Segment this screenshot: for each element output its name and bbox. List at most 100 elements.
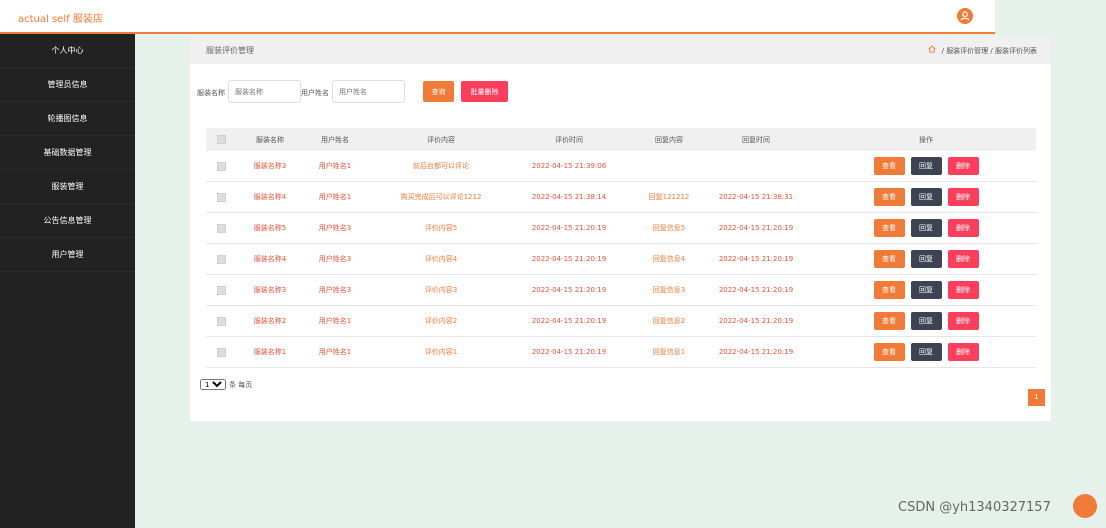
row-checkbox[interactable] [216,161,226,171]
view-button[interactable]: 查看 [873,219,905,237]
table-row: 服装名称4 用户姓名3 评价内容4 2022-04-15 21:20:19 回复信息4 2… [206,244,1036,275]
reply-button[interactable]: 回复 [910,281,942,299]
user-search-input[interactable] [332,80,405,103]
delete-button[interactable]: 删除 [947,312,979,330]
sidebar-item-admin-info[interactable]: 管理员信息 [0,68,135,102]
cell-clothing-name: 服装名称3 [253,162,287,170]
reply-button[interactable]: 回复 [910,157,942,175]
cell-reply-time: 2022-04-15 21:20:19 [718,317,794,325]
page-size-label: 条 每页 [229,380,253,389]
cell-content: 评价内容2 [424,317,458,325]
reply-button[interactable]: 回复 [910,219,942,237]
table-header: 服装名称 用户姓名 评价内容 评价时间 回复内容 回复时间 操作 [206,128,1036,151]
sidebar-item-label: 用户管理 [51,250,84,259]
row-checkbox[interactable] [216,285,226,295]
reply-button[interactable]: 回复 [910,250,942,268]
view-button[interactable]: 查看 [873,281,905,299]
page-size-select[interactable]: 10 [200,379,226,390]
cell-content: 前后台都可以评论 [413,162,469,170]
cell-content: 购买完成后可以评论1212 [400,193,482,201]
main-panel: 服装评价管理 / 服装评价管理 / 服装评价列表 服装名称 用户姓名 查询 批量… [190,36,1051,421]
sidebar-item-carousel[interactable]: 轮播图信息 [0,102,135,136]
cell-reply-time: 2022-04-15 21:20:19 [718,348,794,356]
batch-delete-button[interactable]: 批量删除 [461,81,508,102]
cell-actions: 查看 回复 删除 [871,275,981,305]
view-button[interactable]: 查看 [873,250,905,268]
sidebar-item-basic-data[interactable]: 基础数据管理 [0,136,135,170]
breadcrumb: / 服装评价管理 / 服装评价列表 [928,45,1037,56]
cell-actions: 查看 回复 删除 [871,337,981,367]
cell-review-time: 2022-04-15 21:20:19 [531,286,607,294]
row-checkbox[interactable] [216,347,226,357]
reply-button[interactable]: 回复 [910,343,942,361]
cell-reply-time: 2022-04-15 21:20:19 [718,224,794,232]
sidebar-item-label: 基础数据管理 [43,148,92,157]
header-bar: 服装评价管理 / 服装评价管理 / 服装评价列表 [190,36,1051,64]
table-row: 服装名称5 用户姓名3 评价内容5 2022-04-15 21:20:19 回复信息5 2… [206,213,1036,244]
row-checkbox[interactable] [216,192,226,202]
cell-user-name: 用户姓名1 [318,317,352,325]
sidebar-item-notices[interactable]: 公告信息管理 [0,204,135,238]
cell-actions: 查看 回复 删除 [871,213,981,243]
sidebar-item-label: 个人中心 [51,46,84,55]
page-number-button[interactable]: 1 [1028,389,1045,406]
cell-user-name: 用户姓名3 [318,255,352,263]
user-icon[interactable] [957,8,973,24]
delete-button[interactable]: 删除 [947,343,979,361]
table-row: 服装名称3 用户姓名3 评价内容3 2022-04-15 21:20:19 回复信息3 2… [206,275,1036,306]
row-checkbox[interactable] [216,316,226,326]
sidebar-item-clothing[interactable]: 服装管理 [0,170,135,204]
cell-clothing-name: 服装名称2 [253,317,287,325]
home-icon[interactable] [928,45,938,55]
reply-button[interactable]: 回复 [910,312,942,330]
cell-actions: 查看 回复 删除 [871,244,981,274]
cell-clothing-name: 服装名称4 [253,193,287,201]
name-label: 服装名称 [197,89,225,97]
view-button[interactable]: 查看 [873,188,905,206]
cell-reply-content: 回复信息5 [652,224,686,232]
cell-actions: 查看 回复 删除 [871,306,981,336]
table-row: 服装名称1 用户姓名1 评价内容1 2022-04-15 21:20:19 回复信息1 2… [206,337,1036,368]
sidebar-item-label: 服装管理 [51,182,84,191]
cell-reply-content: 回复信息3 [652,286,686,294]
view-button[interactable]: 查看 [873,312,905,330]
sidebar-item-profile[interactable]: 个人中心 [0,34,135,68]
view-button[interactable]: 查看 [873,343,905,361]
col-header-reply-time: 回复时间 [742,135,770,144]
row-actions: 查看 回复 删除 [873,281,979,299]
sidebar-item-users[interactable]: 用户管理 [0,238,135,272]
row-checkbox[interactable] [216,254,226,264]
cell-checkbox [211,213,231,243]
row-checkbox[interactable] [216,223,226,233]
reply-button[interactable]: 回复 [910,188,942,206]
cell-user-name: 用户姓名1 [318,348,352,356]
col-header-actions: 操作 [919,135,933,144]
floating-action-button[interactable] [1073,494,1097,518]
name-search-input[interactable] [228,80,301,103]
select-all-checkbox[interactable] [216,135,226,144]
breadcrumb-item[interactable]: 服装评价管理 [946,47,988,55]
delete-button[interactable]: 删除 [947,250,979,268]
cell-reply-time: 2022-04-15 21:20:19 [718,286,794,294]
delete-button[interactable]: 删除 [947,157,979,175]
view-button[interactable]: 查看 [873,157,905,175]
query-button[interactable]: 查询 [423,81,454,102]
delete-button[interactable]: 删除 [947,219,979,237]
row-actions: 查看 回复 删除 [873,219,979,237]
brand-title: actual self 服装店 [18,14,103,25]
review-table: 服装名称 用户姓名 评价内容 评价时间 回复内容 回复时间 操作 服装名称3 用户… [206,128,1036,368]
row-actions: 查看 回复 删除 [873,157,979,175]
cell-user-name: 用户姓名1 [318,162,352,170]
cell-user-name: 用户姓名3 [318,286,352,294]
col-header-name: 服装名称 [256,135,284,144]
user-label: 用户姓名 [301,89,329,97]
delete-button[interactable]: 删除 [947,281,979,299]
col-header-time: 评价时间 [555,135,583,144]
cell-content: 评价内容4 [424,255,458,263]
breadcrumb-item: 服装评价列表 [995,47,1037,55]
cell-checkbox [211,244,231,274]
cell-reply-time: 2022-04-15 21:20:19 [718,255,794,263]
cell-checkbox [211,182,231,212]
sidebar: 个人中心 管理员信息 轮播图信息 基础数据管理 服装管理 公告信息管理 用户管理 [0,34,135,528]
delete-button[interactable]: 删除 [947,188,979,206]
